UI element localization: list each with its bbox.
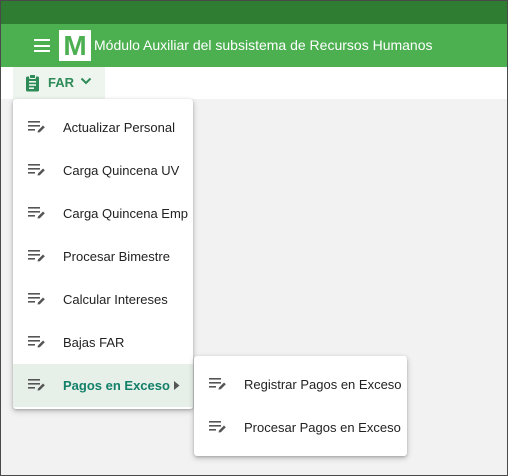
- hamburger-icon[interactable]: [34, 39, 50, 52]
- top-strip: [1, 1, 507, 24]
- pagos-en-exceso-submenu: Registrar Pagos en Exceso Procesar Pagos …: [194, 356, 407, 456]
- edit-list-icon: [209, 378, 226, 390]
- caret-right-icon: [174, 381, 180, 390]
- menu-item-actualizar-personal[interactable]: Actualizar Personal: [13, 106, 193, 149]
- chevron-down-icon: [80, 77, 92, 85]
- menu-item-procesar-pagos-en-exceso[interactable]: Procesar Pagos en Exceso: [194, 406, 407, 449]
- menu-item-label: Procesar Pagos en Exceso: [244, 420, 401, 435]
- menu-item-label: Carga Quincena UV: [63, 163, 180, 178]
- app-title: Módulo Auxiliar del subsistema de Recurs…: [94, 37, 433, 53]
- edit-list-icon: [28, 293, 45, 305]
- far-menu-label: FAR: [48, 75, 74, 90]
- menu-item-bajas-far[interactable]: Bajas FAR: [13, 321, 193, 364]
- edit-list-icon: [28, 207, 45, 219]
- menu-item-procesar-bimestre[interactable]: Procesar Bimestre: [13, 235, 193, 278]
- far-dropdown-menu: Actualizar Personal Carga Quincena UV Carg…: [13, 99, 193, 409]
- menu-item-calcular-intereses[interactable]: Calcular Intereses: [13, 278, 193, 321]
- edit-list-icon: [28, 164, 45, 176]
- menu-item-label: Registrar Pagos en Exceso: [244, 377, 402, 392]
- menu-item-label: Calcular Intereses: [63, 292, 168, 307]
- clipboard-icon: [26, 74, 39, 92]
- menu-item-label: Procesar Bimestre: [63, 249, 170, 264]
- menu-item-carga-quincena-uv[interactable]: Carga Quincena UV: [13, 149, 193, 192]
- edit-list-icon: [28, 379, 45, 391]
- app-bar: M Módulo Auxiliar del subsistema de Recu…: [1, 24, 507, 67]
- edit-list-icon: [28, 336, 45, 348]
- edit-list-icon: [28, 121, 45, 133]
- menu-item-registrar-pagos-en-exceso[interactable]: Registrar Pagos en Exceso: [194, 363, 407, 406]
- edit-list-icon: [209, 421, 226, 433]
- app-window: M Módulo Auxiliar del subsistema de Recu…: [0, 0, 508, 476]
- logo-letter: M: [63, 29, 87, 61]
- menu-item-label: Carga Quincena Emp: [63, 206, 189, 221]
- app-logo: M: [59, 30, 91, 61]
- menu-item-label: Pagos en Exceso: [63, 378, 170, 393]
- menu-item-label: Bajas FAR: [63, 335, 125, 350]
- menu-item-carga-quincena-emp[interactable]: Carga Quincena Emp: [13, 192, 193, 235]
- edit-list-icon: [28, 250, 45, 262]
- menu-item-pagos-en-exceso[interactable]: Pagos en Exceso: [13, 364, 193, 407]
- far-menu-button[interactable]: FAR: [13, 67, 105, 99]
- menu-item-label: Actualizar Personal: [63, 120, 175, 135]
